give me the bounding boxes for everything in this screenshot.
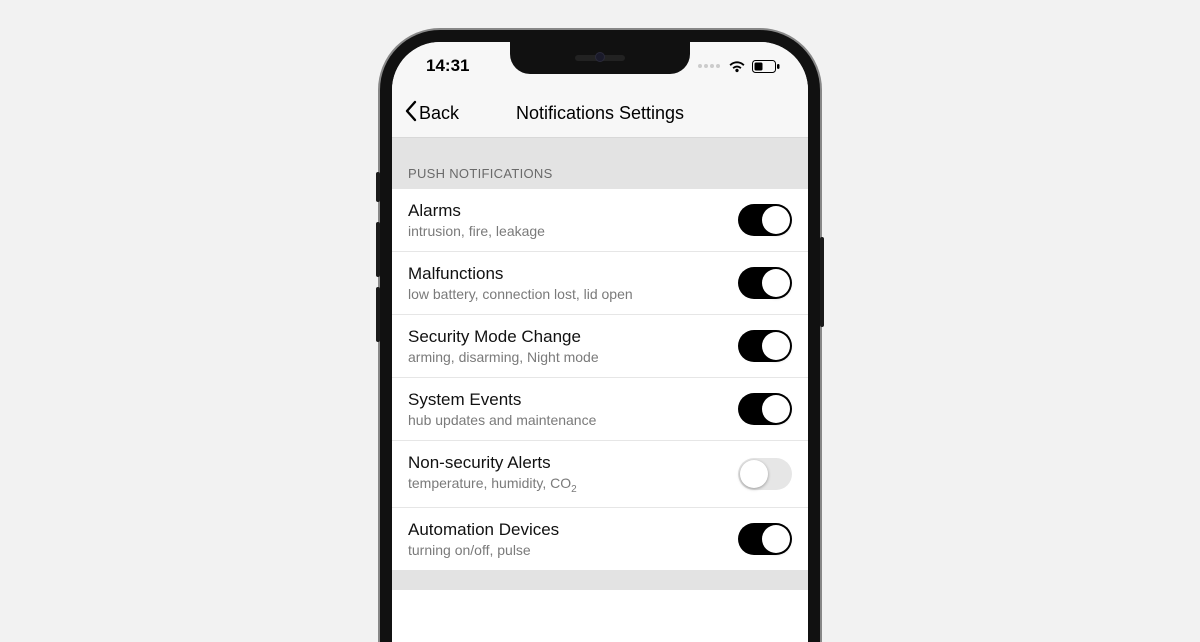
setting-row: Alarms intrusion, fire, leakage (392, 189, 808, 252)
toggle-switch[interactable] (738, 523, 792, 555)
back-label: Back (419, 103, 459, 124)
phone-frame: 14:31 (380, 30, 820, 642)
toggle-knob (762, 269, 790, 297)
side-button-power (820, 237, 824, 327)
toggle-switch[interactable] (738, 393, 792, 425)
row-text: Malfunctions low battery, connection lost… (408, 264, 738, 302)
row-text: Security Mode Change arming, disarming, N… (408, 327, 738, 365)
back-button[interactable]: Back (404, 100, 459, 127)
side-button-silence (376, 172, 380, 202)
side-button-volume-up (376, 222, 380, 277)
setting-row: Non-security Alertstemperature, humidity… (392, 441, 808, 508)
chevron-left-icon (404, 100, 417, 127)
row-text: Alarms intrusion, fire, leakage (408, 201, 738, 239)
notch (510, 42, 690, 74)
settings-list: Alarms intrusion, fire, leakage Malfunctio… (392, 189, 808, 570)
row-title: Non-security Alerts (408, 453, 726, 473)
setting-row: Automation Devices turning on/off, pulse (392, 508, 808, 570)
setting-row: Security Mode Change arming, disarming, N… (392, 315, 808, 378)
row-subtitle: arming, disarming, Night mode (408, 349, 726, 365)
row-title: Malfunctions (408, 264, 726, 284)
row-title: Automation Devices (408, 520, 726, 540)
toggle-knob (762, 206, 790, 234)
toggle-switch[interactable] (738, 458, 792, 490)
nav-bar: Back Notifications Settings (392, 90, 808, 138)
toggle-knob (762, 395, 790, 423)
front-camera (595, 52, 605, 62)
setting-row: Malfunctions low battery, connection lost… (392, 252, 808, 315)
battery-icon (752, 60, 780, 73)
status-time: 14:31 (426, 56, 469, 76)
row-subtitle: low battery, connection lost, lid open (408, 286, 726, 302)
row-text: Non-security Alertstemperature, humidity… (408, 453, 738, 495)
cellular-dots-icon (698, 64, 720, 68)
toggle-knob (740, 460, 768, 488)
side-button-volume-down (376, 287, 380, 342)
toggle-knob (762, 525, 790, 553)
toggle-knob (762, 332, 790, 360)
row-title: Security Mode Change (408, 327, 726, 347)
section-footer (392, 570, 808, 590)
toggle-switch[interactable] (738, 267, 792, 299)
wifi-icon (728, 60, 746, 73)
row-title: Alarms (408, 201, 726, 221)
row-subtitle: hub updates and maintenance (408, 412, 726, 428)
toggle-switch[interactable] (738, 330, 792, 362)
row-subtitle: intrusion, fire, leakage (408, 223, 726, 239)
screen: 14:31 (392, 42, 808, 642)
toggle-switch[interactable] (738, 204, 792, 236)
row-title: System Events (408, 390, 726, 410)
row-text: System Events hub updates and maintenance (408, 390, 738, 428)
status-right (698, 60, 780, 73)
row-subtitle: temperature, humidity, CO2 (408, 475, 726, 495)
setting-row: System Events hub updates and maintenance (392, 378, 808, 441)
row-subtitle: turning on/off, pulse (408, 542, 726, 558)
row-text: Automation Devices turning on/off, pulse (408, 520, 738, 558)
section-header: PUSH NOTIFICATIONS (392, 138, 808, 189)
